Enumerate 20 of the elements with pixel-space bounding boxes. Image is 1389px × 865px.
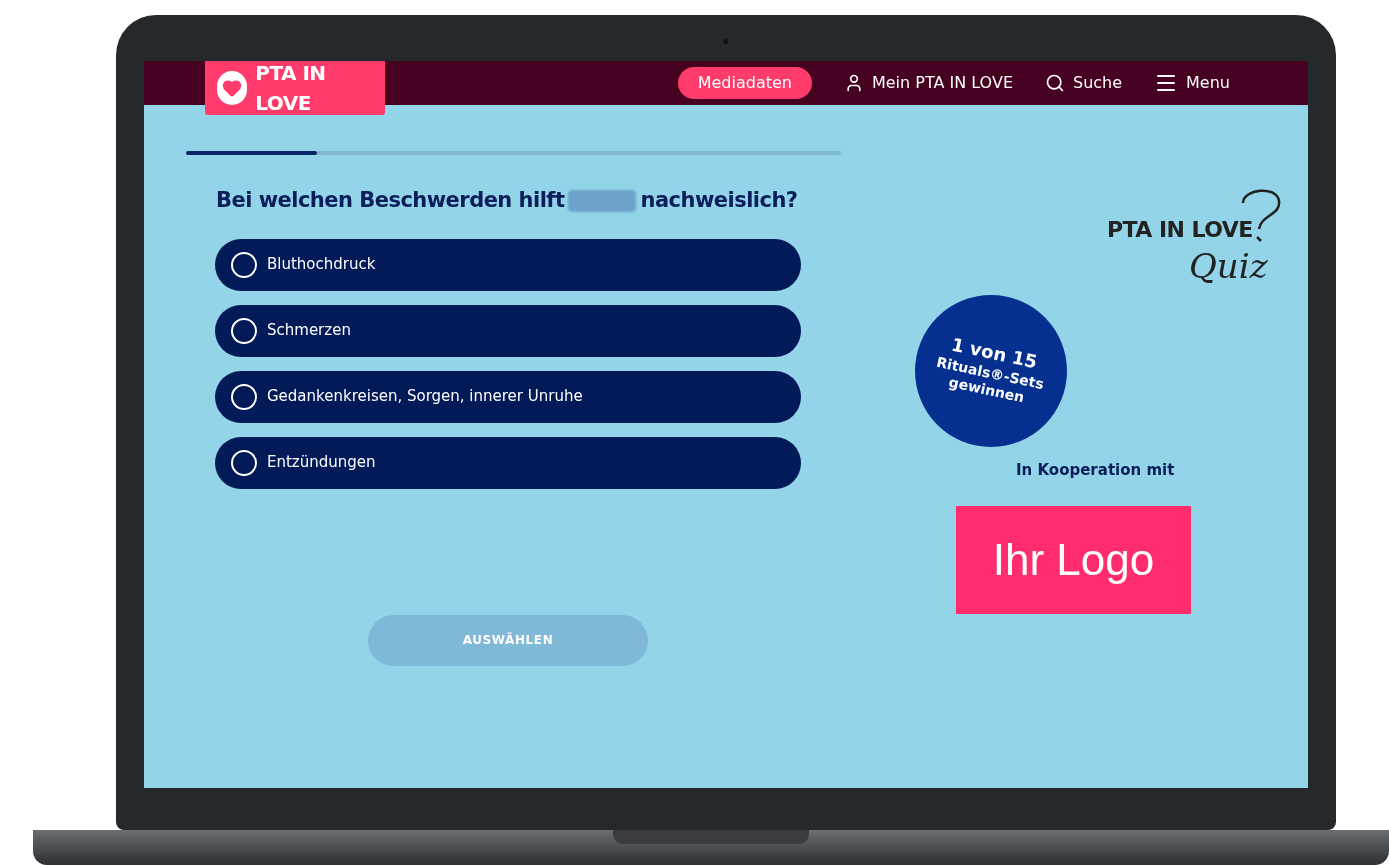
search-icon [1045,73,1065,93]
answer-option[interactable]: Gedankenkreisen, Sorgen, innerer Unruhe [215,370,801,423]
radio-icon [231,383,257,410]
nav-link[interactable]: Mein PTA IN LOVE [843,71,1013,95]
question-text: nachweislich? [640,187,798,214]
nav-link[interactable]: Suche [1045,71,1123,95]
radio-icon [231,449,257,476]
camera-icon [723,39,728,44]
heart-icon [222,78,243,98]
quiz-logo: PTA IN LOVE Quiz [1107,185,1283,285]
answer-option[interactable]: Bluthochdruck [215,238,801,291]
question-text: Bei welchen Beschwerden hilft [216,187,565,214]
radio-icon [231,317,257,344]
radio-icon [231,251,257,278]
nav-link[interactable]: Menu [1154,71,1230,95]
partner-logo: Ihr Logo [956,505,1191,614]
redacted-blur [568,189,637,212]
cooperation-text: In Kooperation mit [1016,460,1175,481]
answer-option[interactable]: Entzündungen [215,436,801,489]
answer-option[interactable]: Schmerzen [215,304,801,357]
